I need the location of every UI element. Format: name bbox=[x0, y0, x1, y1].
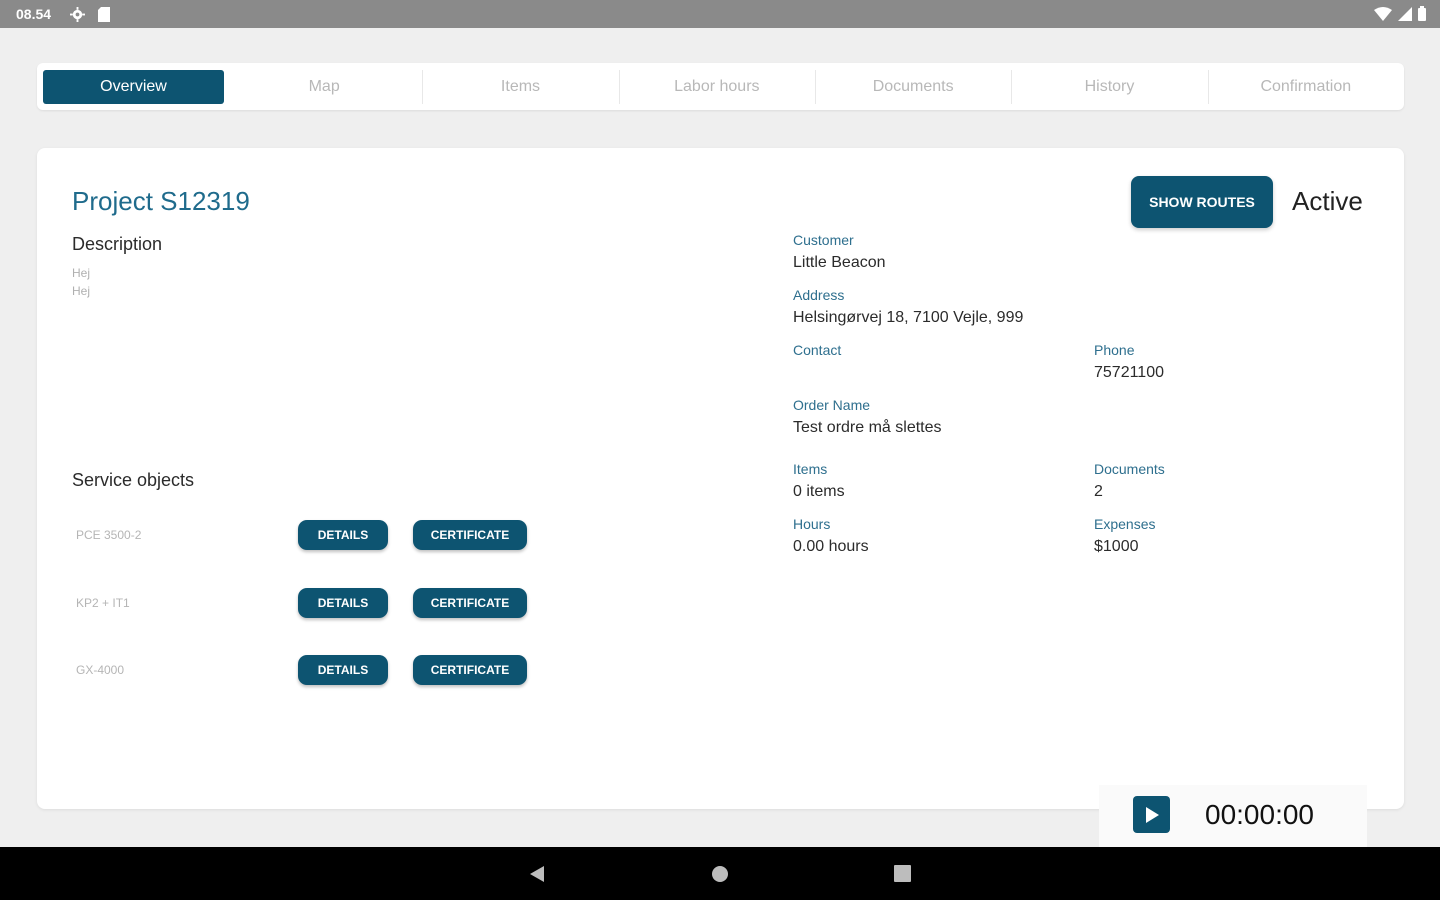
expenses-value: $1000 bbox=[1094, 538, 1139, 555]
items-value: 0 items bbox=[793, 483, 845, 500]
service-object-row: GX-4000 DETAILS CERTIFICATE bbox=[72, 655, 552, 687]
description-heading: Description bbox=[72, 234, 163, 254]
address-label: Address bbox=[793, 287, 845, 303]
hours-label: Hours bbox=[793, 516, 831, 532]
back-icon[interactable] bbox=[528, 865, 546, 888]
expenses-label: Expenses bbox=[1094, 516, 1156, 532]
order-name-label: Order Name bbox=[793, 397, 871, 413]
status-bar: 08.54 bbox=[0, 0, 1440, 28]
service-object-row: KP2 + IT1 DETAILS CERTIFICATE bbox=[72, 588, 552, 620]
service-object-name: KP2 + IT1 bbox=[76, 596, 130, 610]
project-title: Project S12319 bbox=[72, 186, 250, 216]
home-icon[interactable] bbox=[711, 865, 729, 888]
certificate-button[interactable]: CERTIFICATE bbox=[413, 588, 527, 618]
recents-icon[interactable] bbox=[894, 865, 911, 887]
system-nav-bar bbox=[0, 847, 1440, 900]
play-icon[interactable] bbox=[1133, 796, 1170, 833]
details-button[interactable]: DETAILS bbox=[298, 588, 388, 618]
service-object-row: PCE 3500-2 DETAILS CERTIFICATE bbox=[72, 520, 552, 552]
phone-value[interactable]: 75721100 bbox=[1094, 364, 1164, 382]
battery-icon bbox=[1418, 6, 1426, 24]
project-card: Project S12319 Description Hej Hej SHOW … bbox=[37, 148, 1404, 809]
description-line: Hej bbox=[72, 284, 91, 298]
details-button[interactable]: DETAILS bbox=[298, 655, 388, 685]
customer-label: Customer bbox=[793, 232, 854, 248]
signal-icon bbox=[1398, 6, 1412, 24]
customer-value: Little Beacon bbox=[793, 254, 886, 271]
timer-display: 00:00:00 bbox=[1205, 799, 1314, 830]
service-objects-heading: Service objects bbox=[72, 470, 195, 490]
sd-card-icon bbox=[98, 7, 110, 25]
tab-bar: Overview Map Items Labor hours Documents… bbox=[37, 63, 1404, 110]
tab-documents[interactable]: Documents bbox=[814, 69, 1011, 104]
documents-label: Documents bbox=[1094, 461, 1165, 477]
certificate-button[interactable]: CERTIFICATE bbox=[413, 655, 527, 685]
tab-labor-hours[interactable]: Labor hours bbox=[618, 69, 815, 104]
items-label: Items bbox=[793, 461, 828, 477]
status-time: 08.54 bbox=[16, 6, 52, 22]
settings-gear-icon bbox=[70, 7, 85, 25]
phone-label: Phone bbox=[1094, 342, 1135, 358]
order-name-value: Test ordre må slettes bbox=[793, 419, 942, 436]
timer-widget: 00:00:00 bbox=[1099, 785, 1367, 847]
tab-map[interactable]: Map bbox=[226, 70, 422, 104]
details-button[interactable]: DETAILS bbox=[298, 520, 388, 550]
tab-history[interactable]: History bbox=[1011, 69, 1207, 104]
documents-value: 2 bbox=[1094, 483, 1103, 500]
project-status: Active bbox=[1292, 186, 1363, 216]
service-object-name: PCE 3500-2 bbox=[76, 528, 142, 542]
tab-items[interactable]: Items bbox=[422, 69, 618, 104]
description-line: Hej bbox=[72, 266, 91, 280]
certificate-button[interactable]: CERTIFICATE bbox=[413, 520, 527, 550]
service-object-name: GX-4000 bbox=[76, 663, 125, 677]
contact-label: Contact bbox=[793, 342, 842, 358]
show-routes-button[interactable]: SHOW ROUTES bbox=[1131, 176, 1273, 228]
wifi-icon bbox=[1374, 6, 1392, 24]
tab-confirmation[interactable]: Confirmation bbox=[1207, 69, 1404, 104]
tab-overview[interactable]: Overview bbox=[43, 69, 224, 104]
address-value: Helsingørvej 18, 7100 Vejle, 999 bbox=[793, 309, 1024, 326]
hours-value: 0.00 hours bbox=[793, 538, 869, 555]
